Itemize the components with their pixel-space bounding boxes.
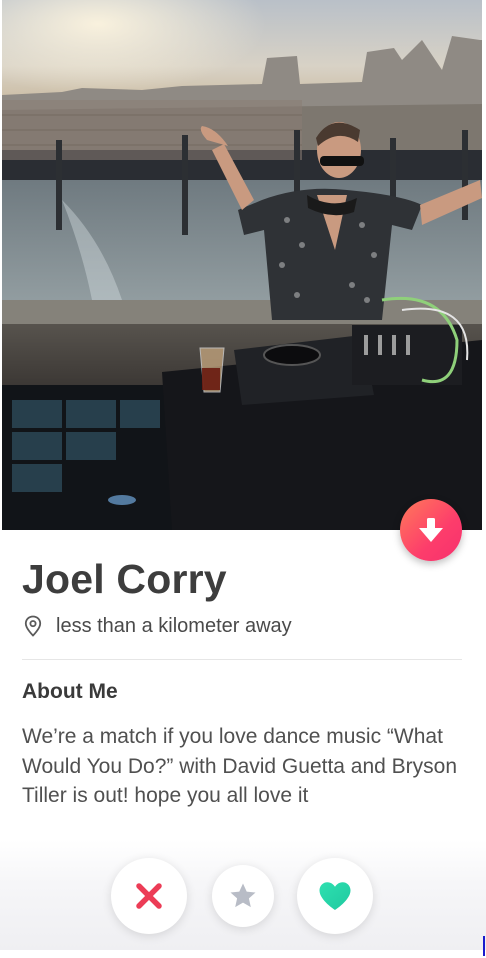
edge-mark bbox=[483, 936, 485, 956]
divider bbox=[22, 659, 462, 660]
like-button[interactable] bbox=[297, 858, 373, 934]
star-icon bbox=[230, 883, 256, 908]
profile-photo-illustration bbox=[2, 0, 482, 530]
x-icon bbox=[136, 883, 162, 909]
nope-button[interactable] bbox=[111, 858, 187, 934]
arrow-down-icon bbox=[419, 518, 443, 542]
distance-row: less than a kilometer away bbox=[24, 612, 292, 640]
profile-name: Joel Corry bbox=[22, 556, 227, 602]
super-like-button[interactable] bbox=[212, 865, 274, 927]
collapse-profile-button[interactable] bbox=[400, 499, 462, 561]
heart-icon bbox=[319, 882, 351, 910]
profile-photo[interactable] bbox=[2, 0, 482, 530]
about-heading: About Me bbox=[22, 680, 118, 703]
map-pin-icon bbox=[24, 615, 42, 637]
bio-text: We’re a match if you love dance music “W… bbox=[22, 725, 458, 807]
distance-text: less than a kilometer away bbox=[56, 614, 292, 637]
profile-screen: Joel Corry less than a kilometer away Ab… bbox=[0, 0, 486, 958]
